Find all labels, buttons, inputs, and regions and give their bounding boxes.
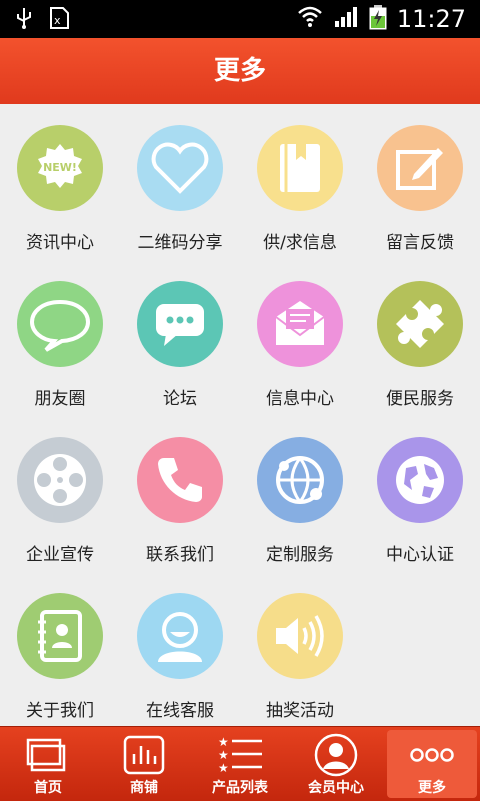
tab-label: 首页	[34, 780, 62, 796]
menu-item-news[interactable]: NEW! 资讯中心	[0, 104, 120, 260]
menu-item-promotion[interactable]: 企业宣传	[0, 416, 120, 572]
menu-label: 二维码分享	[137, 233, 223, 253]
battery-icon	[369, 4, 387, 34]
tab-label: 产品列表	[212, 780, 268, 796]
clock: 11:27	[396, 5, 466, 33]
menu-label: 中心认证	[386, 545, 454, 565]
tab-label: 商铺	[130, 780, 158, 796]
menu-label: 留言反馈	[386, 233, 454, 253]
menu-item-lottery[interactable]: 抽奖活动	[240, 572, 360, 728]
edit-note-icon	[377, 125, 463, 211]
menu-item-online-service[interactable]: 在线客服	[120, 572, 240, 728]
usb-icon	[14, 6, 34, 34]
book-icon	[257, 125, 343, 211]
menu-item-about-us[interactable]: 关于我们	[0, 572, 120, 728]
bottom-tab-bar: 首页 商铺 ★ ★ ★ 产品列表 会员中心 更多	[0, 726, 480, 801]
chat-icon	[137, 281, 223, 367]
menu-item-certification[interactable]: 中心认证	[360, 416, 480, 572]
speech-bubble-icon	[17, 281, 103, 367]
menu-label: 企业宣传	[26, 545, 94, 565]
menu-item-forum[interactable]: 论坛	[120, 260, 240, 416]
tab-label: 会员中心	[308, 780, 364, 796]
more-dots-icon	[384, 733, 480, 777]
menu-item-moments[interactable]: 朋友圈	[0, 260, 120, 416]
speaker-icon	[257, 593, 343, 679]
menu-label: 朋友圈	[34, 389, 86, 409]
menu-label: 抽奖活动	[266, 701, 334, 721]
home-window-icon	[0, 733, 96, 777]
phone-icon	[137, 437, 223, 523]
tab-product-list[interactable]: ★ ★ ★ 产品列表	[192, 727, 288, 801]
svg-text:★: ★	[218, 735, 229, 749]
envelope-icon	[257, 281, 343, 367]
heart-icon	[137, 125, 223, 211]
tab-more[interactable]: 更多	[384, 727, 480, 801]
menu-item-info-center[interactable]: 信息中心	[240, 260, 360, 416]
tab-shop[interactable]: 商铺	[96, 727, 192, 801]
member-icon	[288, 733, 384, 777]
svg-text:x: x	[54, 14, 61, 27]
menu-grid: NEW! 资讯中心 二维码分享 供/求信息 留言反馈 朋友圈 论坛 信息中心 便…	[0, 104, 480, 726]
film-reel-icon	[17, 437, 103, 523]
signal-icon	[333, 5, 359, 33]
menu-label: 论坛	[163, 389, 197, 409]
menu-label: 信息中心	[266, 389, 334, 409]
globe-icon	[377, 437, 463, 523]
svg-text:★: ★	[218, 761, 229, 775]
menu-item-supply-demand[interactable]: 供/求信息	[240, 104, 360, 260]
menu-item-feedback[interactable]: 留言反馈	[360, 104, 480, 260]
menu-item-qr-share[interactable]: 二维码分享	[120, 104, 240, 260]
menu-label: 供/求信息	[263, 233, 337, 253]
bar-chart-icon	[96, 733, 192, 777]
contact-book-icon	[17, 593, 103, 679]
menu-item-convenience[interactable]: 便民服务	[360, 260, 480, 416]
menu-label: 便民服务	[386, 389, 454, 409]
menu-label: 资讯中心	[26, 233, 94, 253]
svg-text:★: ★	[218, 748, 229, 762]
sim-card-icon: x	[48, 6, 70, 34]
menu-item-custom-service[interactable]: 定制服务	[240, 416, 360, 572]
menu-label: 关于我们	[26, 701, 94, 721]
user-icon	[137, 593, 223, 679]
menu-item-contact-us[interactable]: 联系我们	[120, 416, 240, 572]
star-list-icon: ★ ★ ★	[192, 733, 288, 777]
page-title: 更多	[0, 38, 480, 105]
network-globe-icon	[257, 437, 343, 523]
tab-label: 更多	[418, 780, 446, 796]
menu-label: 在线客服	[146, 701, 214, 721]
tab-home[interactable]: 首页	[0, 727, 96, 801]
puzzle-icon	[377, 281, 463, 367]
svg-text:NEW!: NEW!	[43, 161, 77, 174]
menu-label: 联系我们	[146, 545, 214, 565]
news-badge-icon: NEW!	[17, 125, 103, 211]
status-bar: x 11:27	[0, 0, 480, 38]
tab-member-center[interactable]: 会员中心	[288, 727, 384, 801]
wifi-icon	[297, 5, 323, 33]
menu-label: 定制服务	[266, 545, 334, 565]
